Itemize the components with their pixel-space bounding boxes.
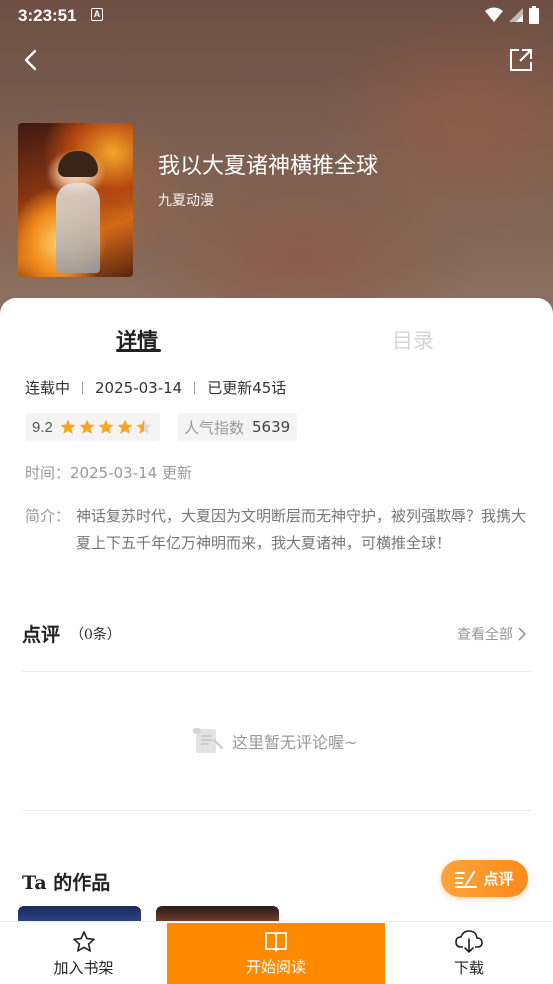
star-icon: [79, 419, 95, 434]
status-time: 3:23:51: [18, 6, 77, 25]
tab-catalog[interactable]: 目录: [392, 325, 434, 355]
notification-indicator: A: [91, 8, 103, 21]
update-time: 时间：2025-03-14 更新: [25, 462, 192, 483]
tab-active-indicator: [116, 349, 161, 352]
empty-scroll-icon: [193, 728, 224, 753]
open-book-icon: [265, 932, 287, 952]
start-reading-button[interactable]: 开始阅读: [167, 923, 385, 984]
signal-icon: [509, 8, 523, 22]
chevron-right-icon: [518, 627, 527, 641]
wifi-icon: [485, 7, 503, 22]
back-arrow-icon: [24, 49, 37, 71]
book-title: 我以大夏诸神横推全球: [158, 154, 379, 179]
star-outline-icon: [72, 930, 95, 952]
meta-divider: [194, 381, 196, 394]
rating-badge: 9.2: [25, 413, 160, 441]
add-to-shelf-button[interactable]: 加入书架: [0, 922, 167, 984]
synopsis-label: 简介：: [25, 507, 71, 525]
rating-score: 9.2: [32, 418, 53, 436]
download-button[interactable]: 下载: [385, 922, 553, 984]
synopsis: 简介： 神话复苏时代，大夏因为文明断层而无神守护，被列强欺辱？我携大夏上下五千年…: [25, 503, 530, 557]
author-works-heading: Ta 的作品: [22, 872, 111, 894]
rating-stars: [59, 418, 153, 436]
update-date: 2025-03-14: [95, 378, 183, 397]
back-button[interactable]: [18, 46, 46, 74]
book-cover: [18, 123, 133, 277]
chapter-count: 已更新45话: [207, 379, 287, 397]
divider: [22, 671, 531, 672]
reviews-heading: 点评: [22, 624, 61, 646]
divider: [22, 810, 531, 811]
view-all-reviews-link[interactable]: 查看全部: [457, 624, 527, 644]
serial-status: 连载中: [25, 379, 71, 397]
cloud-download-icon: [455, 929, 483, 953]
star-icon: [60, 419, 76, 434]
view-all-label: 查看全部: [457, 627, 513, 643]
edit-icon: [455, 870, 478, 888]
meta-divider: [82, 381, 84, 394]
cover-hair: [58, 151, 98, 177]
bottom-action-bar: 加入书架 开始阅读 下载: [0, 921, 553, 984]
time-value: 2025-03-14 更新: [70, 464, 192, 482]
empty-reviews-text: 这里暂无评论喔~: [232, 733, 358, 752]
share-button[interactable]: [507, 46, 535, 74]
write-review-label: 点评: [483, 870, 514, 888]
book-meta: 连载中 2025-03-14 已更新45话: [25, 377, 286, 398]
top-nav: [0, 40, 553, 80]
start-reading-label: 开始阅读: [245, 958, 306, 976]
popularity-label: 人气指数: [184, 418, 245, 437]
add-to-shelf-label: 加入书架: [53, 958, 114, 977]
reviews-count: （0条）: [70, 627, 121, 643]
popularity-badge: 人气指数 5639: [177, 413, 298, 441]
popularity-value: 5639: [252, 418, 291, 436]
empty-reviews: 这里暂无评论喔~: [192, 726, 357, 756]
status-bar: 3:23:51 A: [0, 0, 553, 32]
battery-icon: [529, 6, 539, 24]
star-half-icon: [136, 419, 152, 434]
write-review-button[interactable]: 点评: [441, 860, 528, 897]
time-label: 时间：: [25, 464, 71, 482]
synopsis-text: 神话复苏时代，大夏因为文明断层而无神守护，被列强欺辱？我携大夏上下五千年亿万神明…: [76, 507, 527, 552]
book-author[interactable]: 九夏动漫: [158, 190, 214, 210]
cover-figure: [56, 183, 100, 273]
status-icons: [485, 6, 539, 24]
star-icon: [117, 419, 133, 434]
download-label: 下载: [453, 958, 484, 977]
star-icon: [98, 419, 114, 434]
share-icon: [510, 49, 532, 71]
